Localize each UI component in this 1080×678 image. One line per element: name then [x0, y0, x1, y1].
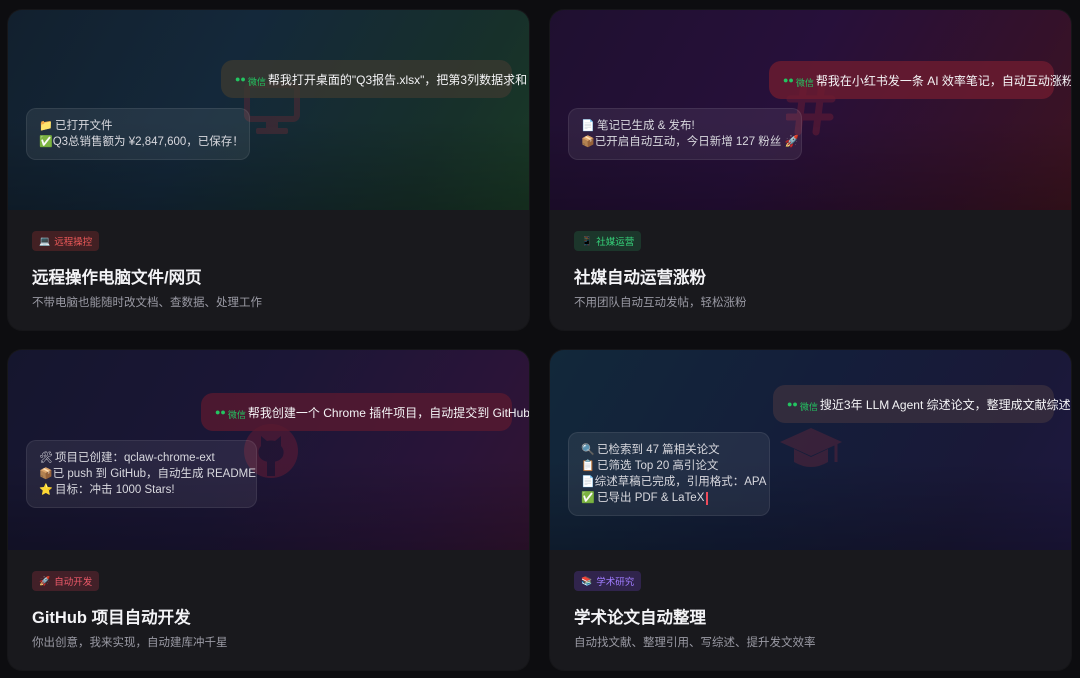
- clipboard-icon: 📋: [581, 460, 595, 472]
- wechat-label: 微信: [799, 401, 818, 412]
- card-social-media[interactable]: ●● 微信 帮我在小红书发一条 AI 效率笔记，自动互动涨粉 📄 笔记已生成 &…: [550, 10, 1071, 330]
- wechat-icon: ●●: [235, 74, 246, 84]
- wechat-icon: ●●: [215, 407, 226, 417]
- category-badge: 📱 社媒运营: [574, 231, 642, 251]
- reply-line: ✅ 已导出 PDF & LaTeX: [581, 490, 757, 506]
- wechat-label: 微信: [795, 77, 814, 88]
- card-description: 你出创意，我来实现，自动建库冲千星: [32, 637, 228, 649]
- card-description: 自动找文献、整理引用、写综述、提升发文效率: [574, 637, 816, 649]
- typing-caret: [706, 491, 709, 505]
- card-hero: ●● 微信 帮我在小红书发一条 AI 效率笔记，自动互动涨粉 📄 笔记已生成 &…: [550, 10, 1071, 210]
- search-icon: 🔍: [581, 444, 595, 456]
- books-icon: 📚: [581, 575, 593, 586]
- reply-line: ⭐ 目标：冲击 1000 Stars!: [39, 484, 175, 496]
- card-hero: ●● 微信 搜近3年 LLM Agent 综述论文，整理成文献综述 🔍 已检索到…: [550, 350, 1071, 550]
- wechat-icon: ●●: [787, 399, 798, 409]
- user-message-bubble: ●● 微信 帮我在小红书发一条 AI 效率笔记，自动互动涨粉: [769, 61, 1071, 99]
- card-title: 学术论文自动整理: [574, 609, 706, 627]
- card-github-dev[interactable]: ●● 微信 帮我创建一个 Chrome 插件项目，自动提交到 GitHub 🛠 …: [8, 350, 529, 670]
- check-icon: ✅: [581, 492, 595, 504]
- reply-line: 📄 综述草稿已完成，引用格式：APA: [581, 476, 767, 488]
- card-hero: ●● 微信 帮我创建一个 Chrome 插件项目，自动提交到 GitHub 🛠 …: [8, 350, 529, 550]
- folder-icon: 📁: [39, 120, 53, 132]
- reply-line: 📦 已 push 到 GitHub，自动生成 README: [39, 468, 256, 480]
- wechat-icon: ●●: [783, 75, 794, 85]
- user-message-text: 帮我打开桌面的"Q3报告.xlsx"，把第3列数据求和: [267, 72, 528, 87]
- reply-line: 🛠 项目已创建：qclaw-chrome-ext: [39, 452, 215, 464]
- reply-line: ✅ Q3总销售额为 ¥2,847,600，已保存！: [39, 136, 244, 148]
- user-message-bubble: ●● 微信 帮我打开桌面的"Q3报告.xlsx"，把第3列数据求和: [221, 60, 527, 98]
- card-title: GitHub 项目自动开发: [32, 609, 191, 627]
- agent-reply-bubble: 📁 已打开文件 ✅ Q3总销售额为 ¥2,847,600，已保存！: [26, 108, 250, 160]
- reply-line: 📋 已筛选 Top 20 高引论文: [581, 460, 719, 472]
- card-academic[interactable]: ●● 微信 搜近3年 LLM Agent 综述论文，整理成文献综述 🔍 已检索到…: [550, 350, 1071, 670]
- document-icon: 📄: [581, 476, 595, 488]
- category-badge: 💻 远程操控: [32, 231, 100, 251]
- card-info: 📱 社媒运营 社媒自动运营涨粉 不用团队自动互动发帖，轻松涨粉: [550, 210, 1071, 330]
- graduation-cap-icon: [780, 428, 842, 467]
- reply-line: 📄 笔记已生成 & 发布!: [581, 120, 695, 132]
- card-description: 不带电脑也能随时改文档、查数据、处理工作: [32, 297, 262, 309]
- agent-reply-bubble: 🔍 已检索到 47 篇相关论文 📋 已筛选 Top 20 高引论文 📄 综述草稿…: [568, 432, 770, 516]
- wechat-label: 微信: [227, 409, 246, 420]
- laptop-icon: 💻: [39, 235, 51, 246]
- user-message-bubble: ●● 微信 搜近3年 LLM Agent 综述论文，整理成文献综述: [773, 385, 1071, 423]
- card-description: 不用团队自动互动发帖，轻松涨粉: [574, 297, 747, 309]
- card-hero: ●● 微信 帮我打开桌面的"Q3报告.xlsx"，把第3列数据求和 📁 已打开文…: [8, 10, 529, 210]
- user-message-bubble: ●● 微信 帮我创建一个 Chrome 插件项目，自动提交到 GitHub: [201, 393, 529, 431]
- user-message-text: 帮我在小红书发一条 AI 效率笔记，自动互动涨粉: [815, 73, 1071, 88]
- use-case-grid: ●● 微信 帮我打开桌面的"Q3报告.xlsx"，把第3列数据求和 📁 已打开文…: [0, 0, 1080, 678]
- rocket-icon: 🚀: [39, 575, 51, 586]
- card-info: 📚 学术研究 学术论文自动整理 自动找文献、整理引用、写综述、提升发文效率: [550, 550, 1071, 670]
- reply-line: 📦 已开启自动互动，今日新增 127 粉丝 🚀: [581, 136, 799, 148]
- card-title: 远程操作电脑文件/网页: [32, 269, 202, 287]
- document-icon: 📄: [581, 120, 595, 132]
- agent-reply-bubble: 📄 笔记已生成 & 发布! 📦 已开启自动互动，今日新增 127 粉丝 🚀: [568, 108, 802, 160]
- check-icon: ✅: [39, 136, 53, 148]
- reply-line: 🔍 已检索到 47 篇相关论文: [581, 444, 720, 456]
- user-message-text: 帮我创建一个 Chrome 插件项目，自动提交到 GitHub: [247, 405, 529, 420]
- card-info: 🚀 自动开发 GitHub 项目自动开发 你出创意，我来实现，自动建库冲千星: [8, 550, 529, 670]
- reply-line: 📁 已打开文件: [39, 120, 113, 132]
- box-icon: 📦: [39, 468, 53, 480]
- tools-icon: 🛠: [39, 452, 53, 464]
- phone-icon: 📱: [581, 235, 593, 246]
- card-info: 💻 远程操控 远程操作电脑文件/网页 不带电脑也能随时改文档、查数据、处理工作: [8, 210, 529, 330]
- category-badge: 🚀 自动开发: [32, 571, 100, 591]
- agent-reply-bubble: 🛠 项目已创建：qclaw-chrome-ext 📦 已 push 到 GitH…: [26, 440, 257, 508]
- card-title: 社媒自动运营涨粉: [574, 269, 706, 287]
- wechat-label: 微信: [247, 76, 266, 87]
- card-remote-control[interactable]: ●● 微信 帮我打开桌面的"Q3报告.xlsx"，把第3列数据求和 📁 已打开文…: [8, 10, 529, 330]
- user-message-text: 搜近3年 LLM Agent 综述论文，整理成文献综述: [819, 397, 1071, 412]
- category-badge: 📚 学术研究: [574, 571, 642, 591]
- star-icon: ⭐: [39, 484, 53, 496]
- box-icon: 📦: [581, 136, 595, 148]
